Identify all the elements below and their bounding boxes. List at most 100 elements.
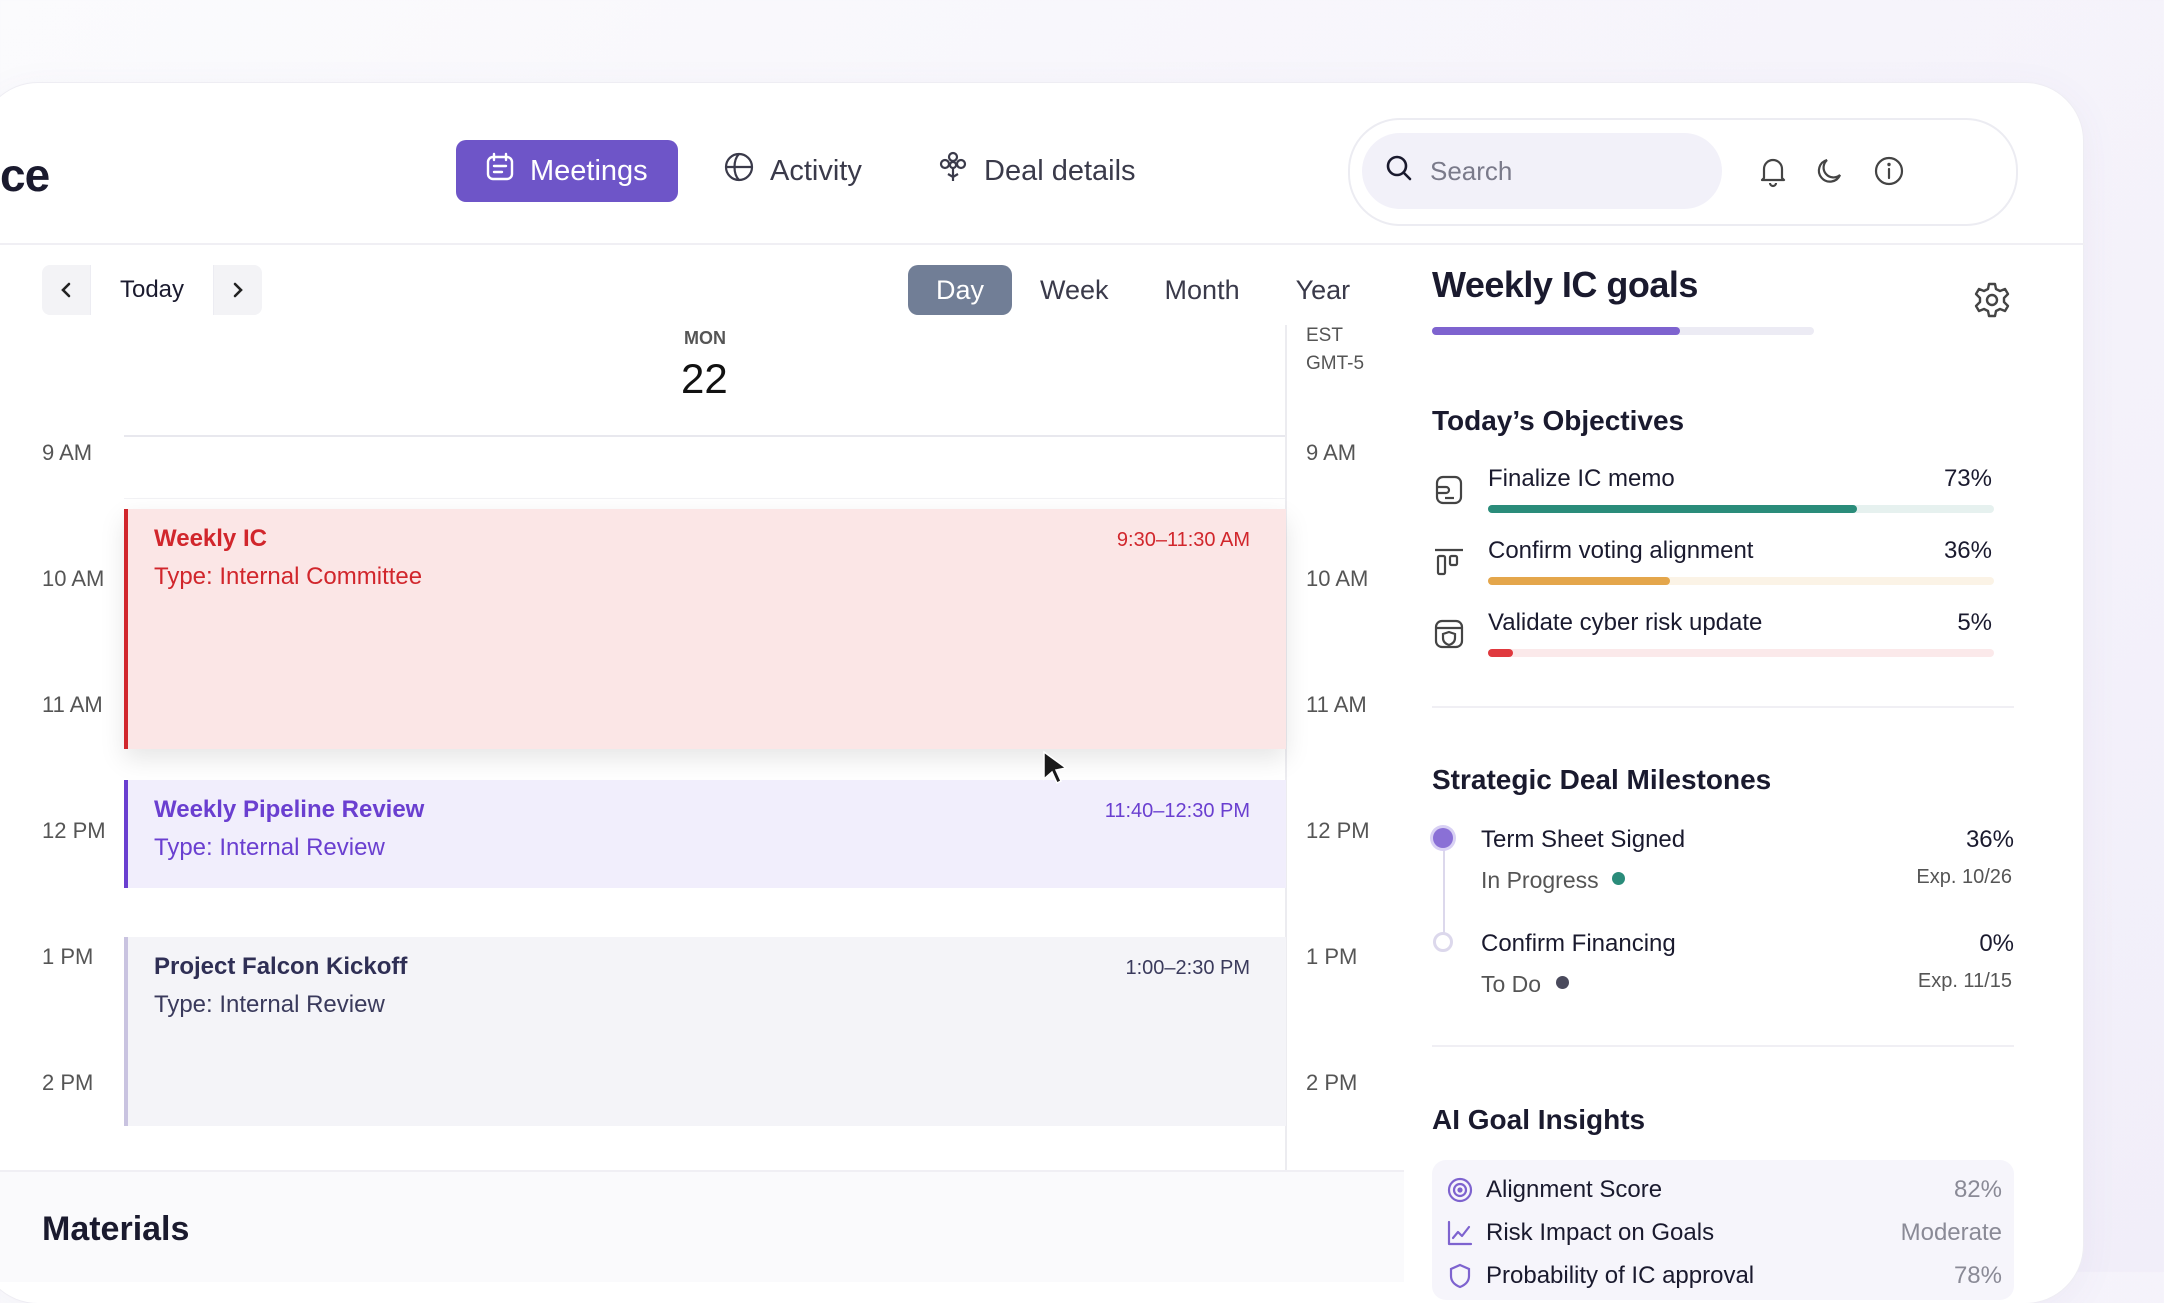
event-time: 9:30–11:30 AM — [1116, 529, 1250, 551]
globe-icon — [722, 150, 756, 192]
cursor-icon — [1040, 750, 1072, 791]
bell-icon[interactable] — [1756, 154, 1790, 193]
milestone-connector — [1443, 848, 1445, 940]
hour-label: 11 AM — [1306, 692, 1367, 717]
hour-label: 9 AM — [1306, 440, 1357, 465]
grid-line — [124, 498, 1286, 499]
search-input[interactable]: Search — [1362, 133, 1722, 209]
header-divider — [0, 243, 2085, 245]
milestone-label: Confirm Financing — [1481, 930, 1676, 957]
event-weekly-ic[interactable]: Weekly IC Type: Internal Committee 9:30–… — [124, 509, 1286, 749]
shield-browser-icon — [1432, 617, 1466, 651]
weekly-goal-progress-track — [1432, 327, 1814, 335]
objective-label: Finalize IC memo — [1488, 465, 1675, 492]
milestone-expected-date: Exp. 11/15 — [1917, 970, 2012, 992]
status-dot — [1612, 872, 1625, 885]
hour-label: 12 PM — [42, 818, 106, 843]
event-title: Project Falcon Kickoff — [154, 953, 408, 980]
objective-progress-track — [1488, 505, 1994, 513]
objective-label: Confirm voting alignment — [1488, 537, 1754, 564]
tab-deal-details-label: Deal details — [984, 154, 1136, 187]
hour-label: 2 PM — [42, 1070, 94, 1095]
hour-label: 2 PM — [1306, 1070, 1358, 1095]
event-time: 11:40–12:30 PM — [1104, 800, 1250, 822]
view-month[interactable]: Month — [1137, 265, 1268, 315]
tab-meetings[interactable]: Meetings — [456, 140, 678, 202]
hour-label: 9 AM — [42, 440, 93, 465]
hour-label: 1 PM — [1306, 944, 1358, 969]
insight-value: 78% — [1953, 1262, 2002, 1289]
objective-progress-track — [1488, 649, 1994, 657]
milestone-label: Term Sheet Signed — [1481, 826, 1686, 853]
objective-percent: 36% — [1943, 537, 1992, 564]
event-weekly-pipeline-review[interactable]: Weekly Pipeline Review Type: Internal Re… — [124, 780, 1286, 888]
status-dot — [1556, 976, 1569, 989]
view-week[interactable]: Week — [1012, 265, 1137, 315]
day-name: MON — [684, 328, 726, 348]
timezone-label: EST — [1306, 325, 1343, 346]
objectives-title: Today’s Objectives — [1432, 405, 1685, 436]
objective-item[interactable]: Finalize IC memo 73% — [1432, 465, 2012, 525]
target-icon — [1446, 1176, 1474, 1204]
insight-value: 82% — [1953, 1176, 2002, 1203]
insight-label: Risk Impact on Goals — [1486, 1219, 1715, 1246]
milestone-status: To Do — [1481, 971, 1542, 997]
hour-label: 10 AM — [1306, 566, 1369, 591]
today-button[interactable]: Today — [90, 265, 214, 315]
objective-item[interactable]: Confirm voting alignment 36% — [1432, 537, 2012, 597]
objective-progress-fill — [1488, 577, 1671, 585]
view-year[interactable]: Year — [1268, 265, 1379, 315]
materials-title: Materials — [42, 1210, 190, 1248]
milestone-percent: 0% — [1979, 930, 2014, 957]
objective-progress-fill — [1488, 649, 1514, 657]
flower-icon — [936, 150, 970, 192]
app-title: ce — [0, 149, 50, 201]
objective-item[interactable]: Validate cyber risk update 5% — [1432, 609, 2012, 669]
align-icon — [1432, 545, 1466, 579]
event-title: Weekly Pipeline Review — [154, 796, 425, 823]
tab-activity[interactable]: Activity — [722, 140, 862, 202]
weekly-goal-progress-fill — [1432, 327, 1681, 335]
milestones-title: Strategic Deal Milestones — [1432, 764, 1772, 795]
insights-title: AI Goal Insights — [1432, 1104, 1646, 1135]
next-day-button[interactable] — [214, 265, 262, 315]
moon-icon[interactable] — [1814, 154, 1848, 193]
day-header-divider — [124, 435, 1286, 437]
hour-label: 1 PM — [42, 944, 94, 969]
event-type: Type: Internal Review — [154, 991, 385, 1018]
objective-percent: 5% — [1957, 609, 1992, 636]
insight-row: Risk Impact on Goals Moderate — [1446, 1215, 2002, 1251]
milestone-marker-active — [1433, 828, 1453, 848]
objective-label: Validate cyber risk update — [1488, 609, 1763, 636]
milestone-marker-pending — [1433, 932, 1453, 952]
day-number: 22 — [681, 355, 728, 402]
date-navigation: Today — [42, 265, 262, 315]
tab-activity-label: Activity — [770, 154, 862, 187]
previous-day-button[interactable] — [42, 265, 90, 315]
objective-progress-track — [1488, 577, 1994, 585]
milestone-status: In Progress — [1481, 867, 1599, 893]
insight-value: Moderate — [1900, 1219, 2002, 1246]
hour-label: 12 PM — [1306, 818, 1370, 843]
insight-row: Probability of IC approval 78% — [1446, 1258, 2002, 1294]
event-title: Weekly IC — [154, 525, 267, 552]
insight-label: Probability of IC approval — [1486, 1262, 1755, 1289]
view-switcher: Day Week Month Year — [908, 265, 1378, 315]
event-type: Type: Internal Committee — [154, 563, 423, 590]
milestone-percent: 36% — [1965, 826, 2014, 853]
tab-deal-details[interactable]: Deal details — [936, 140, 1136, 202]
section-divider — [1432, 706, 2014, 708]
event-type: Type: Internal Review — [154, 834, 385, 861]
event-project-falcon-kickoff[interactable]: Project Falcon Kickoff Type: Internal Re… — [124, 937, 1286, 1126]
materials-section — [0, 1170, 1404, 1282]
objective-percent: 73% — [1943, 465, 1992, 492]
timezone-offset: GMT-5 — [1306, 353, 1365, 374]
milestone-expected-date: Exp. 10/26 — [1916, 866, 2012, 888]
info-icon[interactable] — [1872, 154, 1906, 193]
view-day[interactable]: Day — [908, 265, 1013, 315]
gear-icon[interactable] — [1972, 280, 2012, 325]
hour-label: 10 AM — [42, 566, 105, 591]
search-icon — [1384, 153, 1414, 190]
event-time: 1:00–2:30 PM — [1125, 957, 1250, 979]
section-divider — [1432, 1045, 2014, 1047]
